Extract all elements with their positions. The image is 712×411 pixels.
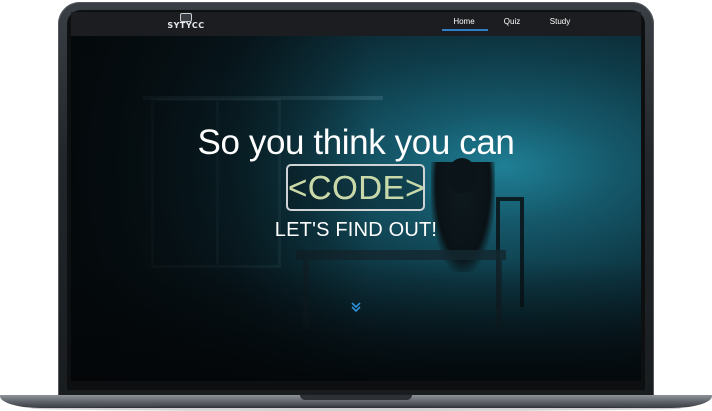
background-person-head — [447, 158, 477, 194]
laptop-mockup: SYTYCC Home Quiz Study So you think you … — [0, 0, 712, 411]
logo-text: SYTYCC — [167, 21, 205, 30]
nav-home-link[interactable]: Home — [441, 15, 487, 29]
code-close-bracket: > — [405, 169, 425, 206]
nav-active-indicator — [442, 29, 488, 31]
double-chevron-down-icon[interactable] — [349, 300, 363, 314]
site-logo[interactable]: SYTYCC — [166, 12, 206, 34]
website-screen: SYTYCC Home Quiz Study So you think you … — [71, 12, 641, 381]
nav-quiz-link[interactable]: Quiz — [498, 15, 526, 29]
background-shade — [71, 261, 641, 381]
hero-headline: So you think you can — [197, 123, 515, 162]
code-badge: <CODE> — [286, 164, 425, 211]
code-word: CODE — [307, 169, 406, 206]
laptop-base-notch — [300, 395, 412, 400]
laptop-shadow — [30, 406, 682, 411]
top-navbar: SYTYCC Home Quiz Study — [71, 12, 641, 36]
hero-subheadline: LET'S FIND OUT! — [274, 219, 438, 241]
nav-study-link[interactable]: Study — [543, 15, 577, 29]
code-open-bracket: < — [288, 169, 308, 206]
